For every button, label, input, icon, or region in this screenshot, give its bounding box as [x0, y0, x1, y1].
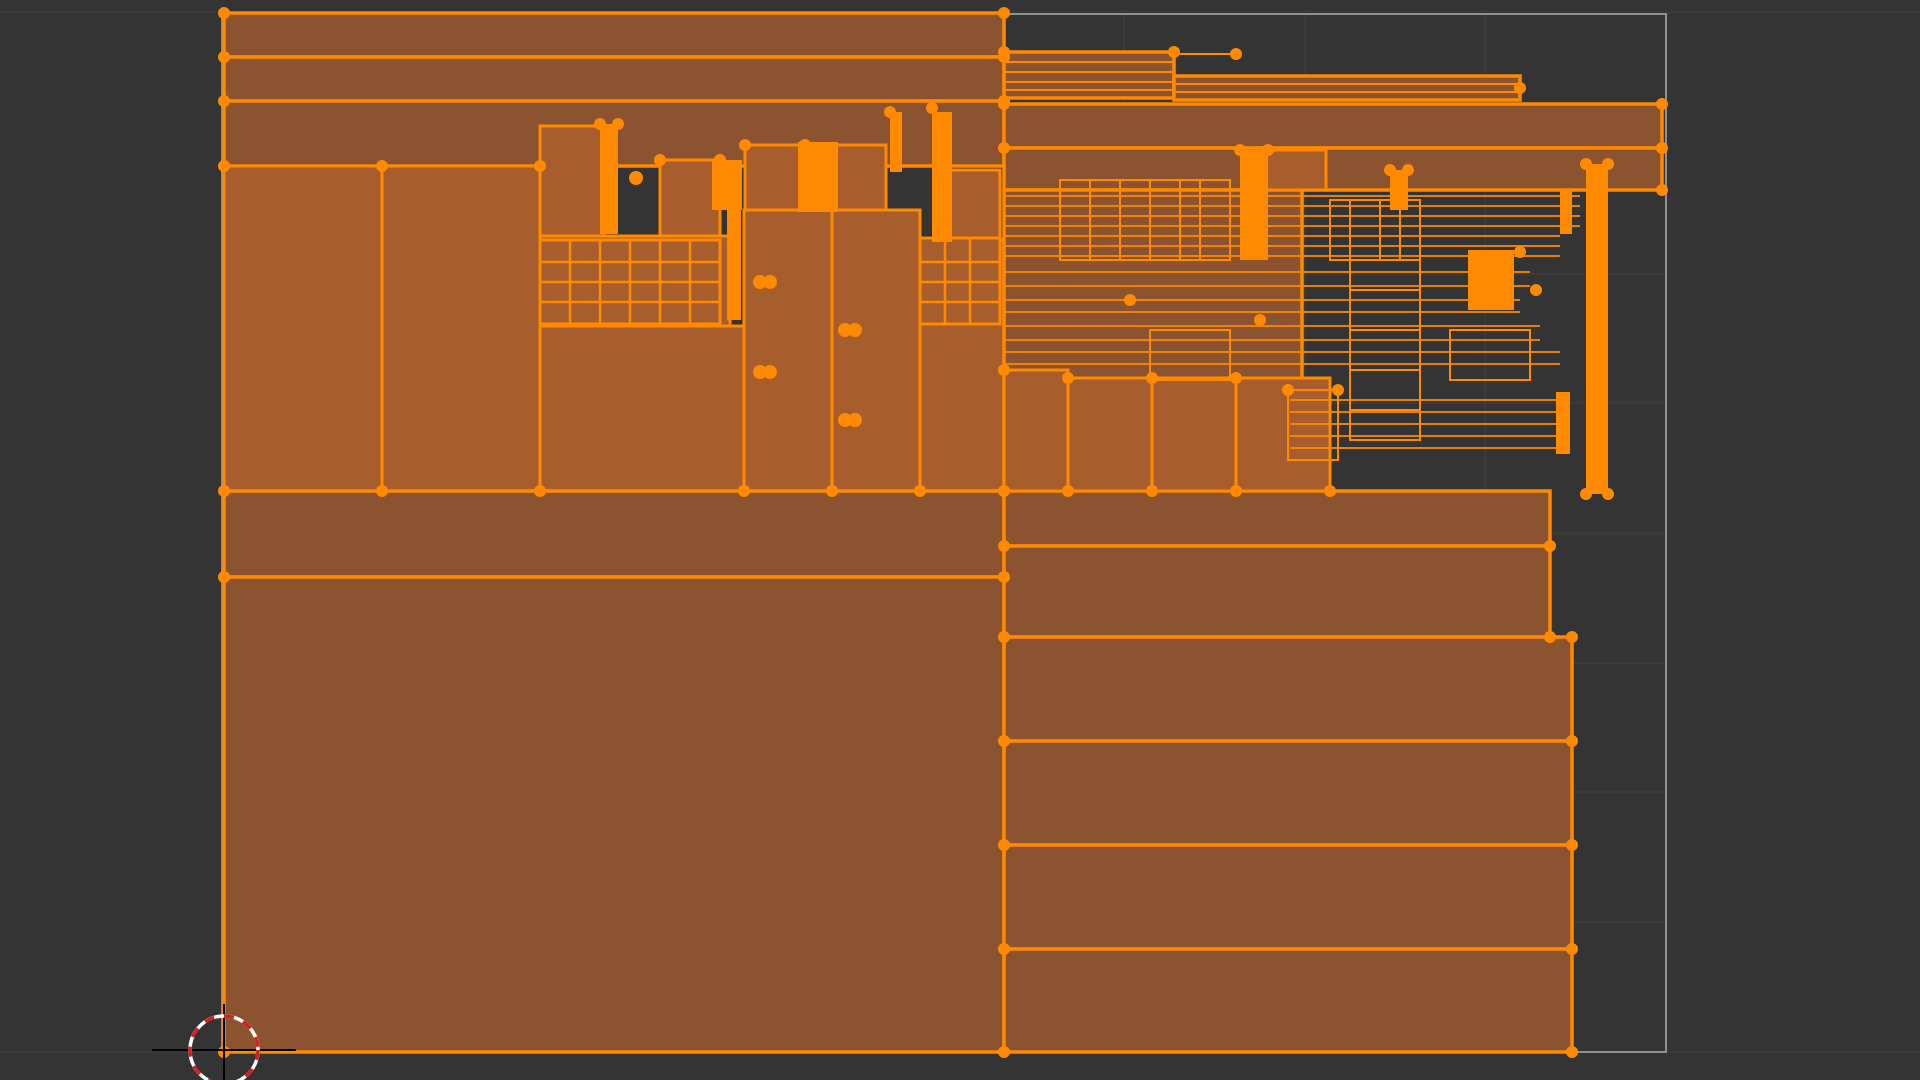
uv-face[interactable] — [1002, 102, 1664, 150]
uv-face[interactable] — [538, 124, 606, 238]
uv-face[interactable] — [222, 489, 1006, 579]
uv-face[interactable] — [222, 55, 1006, 103]
uv-face[interactable] — [743, 143, 807, 217]
uv-face[interactable] — [742, 208, 834, 493]
uv-face[interactable] — [1002, 947, 1574, 1054]
uv-face[interactable] — [830, 208, 922, 493]
uv-face[interactable] — [1002, 739, 1574, 847]
uv-face[interactable] — [222, 164, 384, 493]
uv-face[interactable] — [1150, 376, 1238, 493]
uv-face[interactable] — [1172, 74, 1522, 102]
uv-face[interactable] — [222, 11, 1006, 59]
uv-face[interactable] — [1234, 376, 1332, 493]
uv-face[interactable] — [538, 324, 746, 493]
uv-face[interactable] — [1066, 376, 1154, 493]
uv-face[interactable] — [1002, 635, 1574, 743]
uv-face[interactable] — [1002, 50, 1176, 100]
uv-face[interactable] — [380, 164, 542, 493]
uv-face[interactable] — [948, 168, 1002, 242]
uv-face[interactable] — [222, 575, 1006, 1054]
uv-editor-canvas[interactable] — [0, 0, 1920, 1080]
uv-face[interactable] — [1002, 843, 1574, 951]
uv-face[interactable] — [658, 158, 722, 242]
uv-face[interactable] — [1002, 489, 1552, 548]
uv-face[interactable] — [1002, 544, 1552, 639]
uv-editor-viewport[interactable] — [0, 0, 1920, 1080]
uv-face[interactable] — [1002, 368, 1070, 493]
uv-face[interactable] — [1002, 146, 1664, 192]
uv-face[interactable] — [1264, 148, 1328, 192]
